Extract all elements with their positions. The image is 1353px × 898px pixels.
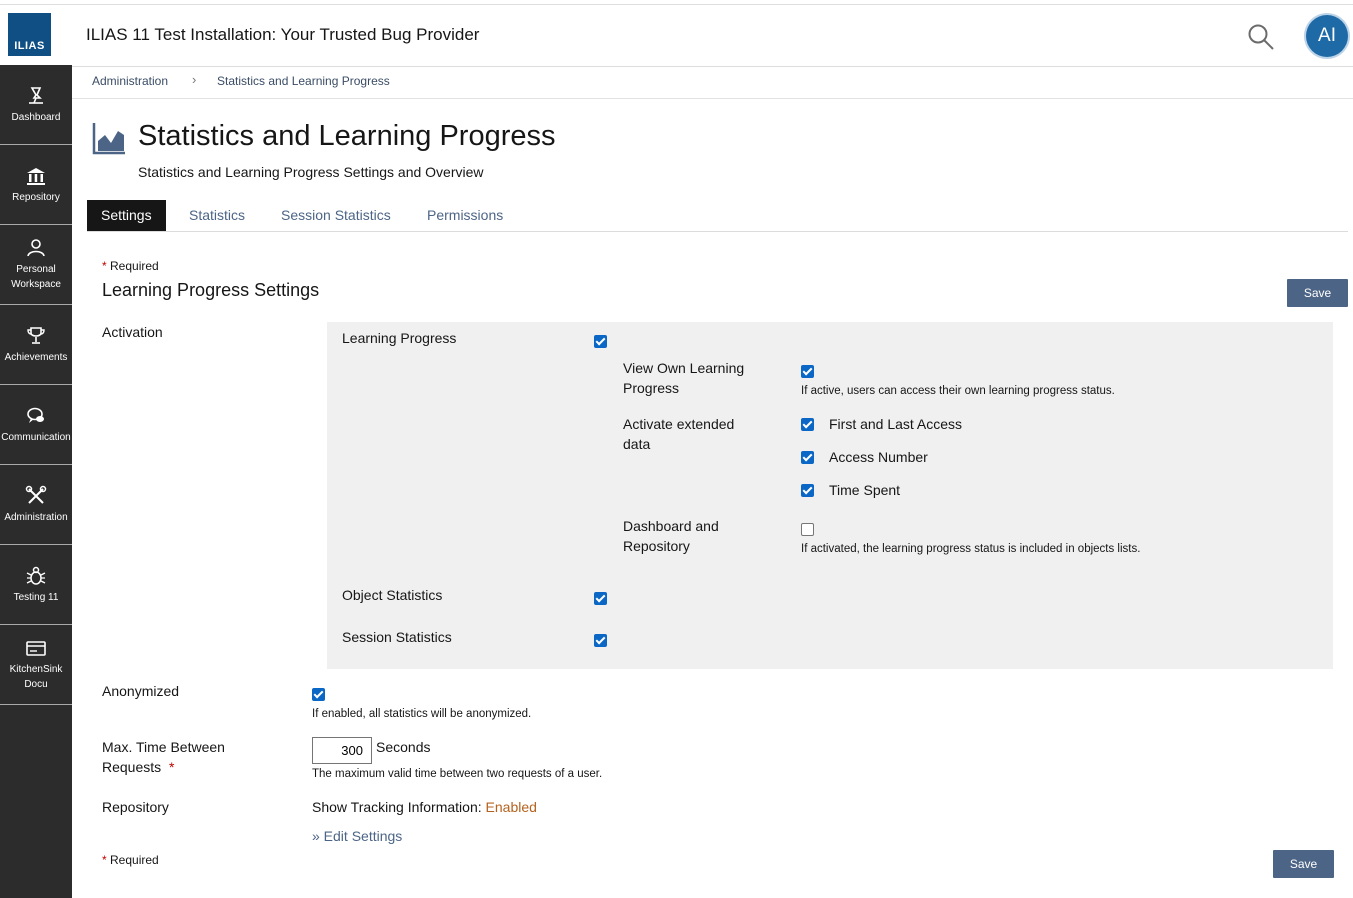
- tab-statistics[interactable]: Statistics: [189, 200, 245, 231]
- sidebar-item-personal-workspace[interactable]: Personal Workspace: [0, 225, 72, 305]
- user-avatar[interactable]: AI: [1306, 15, 1348, 57]
- max-time-unit: Seconds: [376, 739, 431, 755]
- card-icon: [26, 641, 46, 656]
- trophy-icon: [27, 326, 45, 344]
- top-header: ILIAS ILIAS 11 Test Installation: Your T…: [0, 4, 1353, 67]
- tools-icon: [25, 485, 47, 504]
- person-icon: [27, 239, 45, 257]
- sidebar-item-achievements[interactable]: Achievements: [0, 305, 72, 385]
- sidebar-item-label: KitchenSink: [9, 664, 63, 675]
- extended-data-label: Activate extended data: [623, 416, 735, 452]
- repository-label: Repository: [102, 799, 169, 815]
- sidebar-item-administration[interactable]: Administration: [0, 465, 72, 545]
- installation-title: ILIAS 11 Test Installation: Your Trusted…: [86, 25, 480, 44]
- save-button-top[interactable]: Save: [1287, 279, 1348, 307]
- breadcrumb-separator: ›: [192, 72, 197, 87]
- tab-settings[interactable]: Settings: [87, 200, 166, 231]
- max-time-input[interactable]: [312, 737, 372, 764]
- page-description: Statistics and Learning Progress Setting…: [138, 164, 484, 180]
- dashboard-repository-help: If activated, the learning progress stat…: [801, 543, 1141, 555]
- first-last-access-label: First and Last Access: [829, 416, 963, 432]
- session-statistics-label: Session Statistics: [342, 629, 452, 645]
- sidebar-item-kitchensink[interactable]: KitchenSink Docu: [0, 625, 72, 705]
- sidebar-item-label: Docu: [24, 679, 48, 690]
- max-time-label: Max. Time Between Requests *: [102, 739, 225, 775]
- first-last-access-checkbox[interactable]: [801, 418, 814, 431]
- tab-bar: Settings Statistics Session Statistics P…: [87, 200, 1348, 232]
- sidebar-item-repository[interactable]: Repository: [0, 145, 72, 225]
- sidebar-item-label: Administration: [4, 511, 68, 523]
- view-own-checkbox[interactable]: [801, 365, 814, 378]
- ilias-logo[interactable]: ILIAS: [8, 13, 51, 56]
- sidebar-item-label: Workspace: [11, 279, 61, 290]
- required-note-bottom: * Required: [102, 853, 159, 867]
- sidebar-item-label: Testing 11: [13, 591, 59, 603]
- chat-icon: [27, 407, 44, 423]
- anonymized-checkbox[interactable]: [312, 688, 325, 701]
- tab-session-statistics[interactable]: Session Statistics: [281, 200, 391, 231]
- learning-progress-checkbox[interactable]: [594, 335, 607, 348]
- page-title: Statistics and Learning Progress: [138, 120, 556, 152]
- breadcrumb-administration[interactable]: Administration: [92, 74, 168, 88]
- sidebar-item-label: Communication: [1, 431, 71, 443]
- dashboard-icon: [29, 86, 43, 104]
- learning-progress-label: Learning Progress: [342, 330, 457, 346]
- main-sidebar: Dashboard Repository Personal Workspace …: [0, 65, 72, 898]
- breadcrumb: Administration › Statistics and Learning…: [72, 66, 1353, 99]
- dashboard-repository-label: Dashboard and Repository: [623, 518, 719, 554]
- session-statistics-checkbox[interactable]: [594, 634, 607, 647]
- anonymized-label: Anonymized: [102, 683, 180, 699]
- view-own-label: View Own Learning Progress: [623, 360, 745, 396]
- max-time-help: The maximum valid time between two reque…: [312, 768, 603, 780]
- sidebar-item-label: Achievements: [4, 351, 68, 363]
- sidebar-item-label: Personal: [16, 264, 56, 275]
- section-title: Learning Progress Settings: [102, 280, 320, 300]
- search-icon[interactable]: [1247, 23, 1275, 51]
- access-number-checkbox[interactable]: [801, 451, 814, 464]
- edit-settings-link[interactable]: » Edit Settings: [312, 828, 402, 844]
- sidebar-item-label: Dashboard: [11, 111, 61, 123]
- sidebar-item-dashboard[interactable]: Dashboard: [0, 65, 72, 145]
- breadcrumb-statistics[interactable]: Statistics and Learning Progress: [217, 74, 390, 88]
- activation-label: Activation: [102, 324, 163, 340]
- tracking-info: Show Tracking Information: Enabled: [312, 799, 537, 815]
- sidebar-item-testing[interactable]: Testing 11: [0, 545, 72, 625]
- repository-icon: [27, 167, 45, 185]
- time-spent-checkbox[interactable]: [801, 484, 814, 497]
- chart-area-icon: [92, 123, 125, 155]
- time-spent-label: Time Spent: [829, 482, 901, 498]
- access-number-label: Access Number: [829, 449, 928, 465]
- anonymized-help: If enabled, all statistics will be anony…: [312, 708, 532, 720]
- bug-icon: [26, 566, 46, 585]
- sidebar-item-label: Repository: [12, 191, 60, 203]
- sidebar-item-communication[interactable]: Communication: [0, 385, 72, 465]
- save-button-bottom[interactable]: Save: [1273, 850, 1334, 878]
- object-statistics-checkbox[interactable]: [594, 592, 607, 605]
- dashboard-repository-checkbox[interactable]: [801, 523, 814, 536]
- tab-permissions[interactable]: Permissions: [427, 200, 503, 231]
- view-own-help: If active, users can access their own le…: [801, 385, 1115, 397]
- tracking-status: Enabled: [485, 799, 537, 815]
- object-statistics-label: Object Statistics: [342, 587, 443, 603]
- required-note-top: * Required: [102, 259, 159, 273]
